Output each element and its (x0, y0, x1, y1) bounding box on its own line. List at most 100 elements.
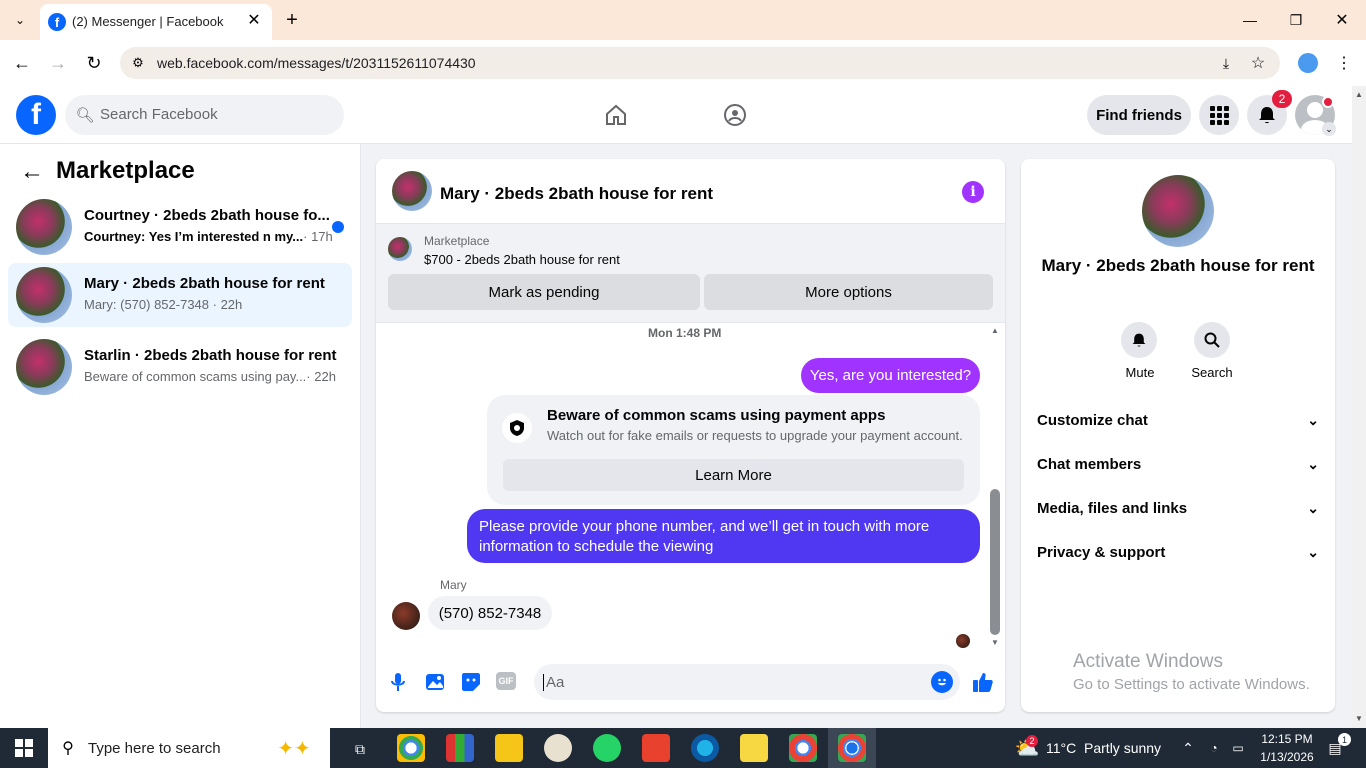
weather-badge: 2 (1026, 735, 1038, 747)
photo-icon[interactable] (424, 670, 446, 694)
mute-bell-icon[interactable] (1121, 322, 1157, 358)
scroll-down-icon[interactable]: ▼ (1352, 712, 1366, 724)
chat-header-avatar[interactable] (392, 171, 432, 211)
site-info-icon[interactable]: ⚙ (128, 53, 148, 73)
reload-icon[interactable]: ↻ (82, 51, 106, 75)
install-app-icon[interactable]: ⤓ (1216, 53, 1236, 73)
conversation-info-panel: Mary · 2beds 2bath house for rent Mute S… (1021, 159, 1335, 712)
windows-start-icon[interactable] (12, 736, 36, 760)
chevron-down-icon: ⌄ (1307, 455, 1319, 472)
window-close-icon[interactable]: ✕ (1330, 8, 1354, 32)
tray-chevron-up-icon[interactable]: ⌃ (1178, 738, 1198, 758)
taskbar-search-placeholder: Type here to search (88, 740, 221, 757)
tab-title: (2) Messenger | Facebook (72, 14, 224, 29)
privacy-support-menu[interactable]: Privacy & support ⌄ (1037, 538, 1319, 566)
tab-search-icon[interactable]: ⌄ (8, 8, 32, 32)
paint-app-icon[interactable] (544, 734, 572, 762)
browser-menu-icon[interactable]: ⋮ (1332, 51, 1356, 75)
home-icon[interactable] (602, 101, 630, 129)
groups-icon[interactable] (721, 101, 749, 129)
find-friends-button[interactable]: Find friends (1087, 95, 1191, 135)
clock-time[interactable]: 12:15 PM (1258, 732, 1316, 746)
info-icon[interactable]: i (962, 181, 984, 203)
conversation-avatar (16, 339, 72, 395)
customize-chat-menu[interactable]: Customize chat ⌄ (1037, 406, 1319, 434)
account-chevron-icon[interactable]: ⌄ (1322, 122, 1336, 136)
text-cursor (543, 674, 544, 691)
chat-scroll-up-icon[interactable]: ▲ (989, 325, 1001, 335)
listing-thumbnail[interactable] (388, 237, 412, 261)
info-title: Mary · 2beds 2bath house for rent (1041, 256, 1315, 275)
info-avatar[interactable] (1142, 175, 1214, 247)
chrome-app-icon[interactable] (397, 734, 425, 762)
gif-icon[interactable]: GIF (496, 672, 516, 690)
unread-dot (332, 221, 344, 233)
search-label[interactable]: Search (1187, 365, 1237, 380)
page-scrollbar[interactable] (1352, 86, 1366, 728)
message-input[interactable]: Aa (534, 664, 960, 700)
mute-label[interactable]: Mute (1121, 365, 1159, 380)
back-icon[interactable]: ← (10, 51, 34, 75)
bookmark-star-icon[interactable]: ☆ (1248, 53, 1268, 73)
outgoing-message[interactable]: Yes, are you interested? (801, 358, 980, 393)
conversation-item[interactable]: Starlin · 2beds 2bath house for rent Bew… (8, 335, 352, 399)
activate-windows-title: Activate Windows (1073, 651, 1223, 672)
conversation-item[interactable]: Courtney · 2beds 2bath house fo... Court… (8, 195, 352, 259)
chevron-down-icon: ⌄ (1307, 543, 1319, 560)
chevron-down-icon: ⌄ (1307, 499, 1319, 516)
anydesk-app-icon[interactable] (642, 734, 670, 762)
edge-app-icon[interactable] (691, 734, 719, 762)
chrome-active-app-icon[interactable] (838, 734, 866, 762)
notification-center-count: 1 (1338, 733, 1351, 746)
facebook-search-input[interactable]: 🔍︎ Search Facebook (65, 95, 344, 135)
media-files-links-menu[interactable]: Media, files and links ⌄ (1037, 494, 1319, 522)
chat-scroll-down-icon[interactable]: ▼ (989, 637, 1001, 647)
menu-grid-icon[interactable] (1199, 95, 1239, 135)
file-explorer-icon[interactable] (495, 734, 523, 762)
chat-members-menu[interactable]: Chat members ⌄ (1037, 450, 1319, 478)
learn-more-button[interactable]: Learn More (503, 459, 964, 491)
listing-title[interactable]: $700 - 2beds 2bath house for rent (424, 252, 620, 267)
mark-as-pending-button[interactable]: Mark as pending (388, 274, 700, 310)
scroll-up-icon[interactable]: ▲ (1352, 88, 1366, 100)
battery-icon[interactable]: ▭ (1228, 738, 1248, 758)
new-tab-icon[interactable]: + (280, 8, 304, 32)
facebook-favicon-icon: f (48, 13, 66, 31)
clock-date[interactable]: 1/13/2026 (1256, 750, 1318, 764)
back-arrow-icon[interactable]: ← (18, 158, 46, 186)
thumbs-up-icon[interactable] (970, 669, 996, 695)
sender-avatar[interactable] (392, 602, 420, 630)
incoming-message[interactable]: (570) 852-7348 (428, 596, 552, 630)
minimize-icon[interactable]: — (1238, 8, 1262, 32)
sticker-icon[interactable] (460, 670, 482, 694)
taskbar-search-input[interactable]: ⚲ Type here to search ✦✦ (48, 728, 330, 768)
listing-source: Marketplace (424, 234, 490, 248)
more-options-button[interactable]: More options (704, 274, 993, 310)
chrome-profile-app-icon[interactable] (789, 734, 817, 762)
search-conversation-icon[interactable] (1194, 322, 1230, 358)
browser-tab[interactable]: f (2) Messenger | Facebook ✕ (40, 4, 272, 40)
scam-warning-title: Beware of common scams using payment app… (547, 407, 886, 424)
tab-close-icon[interactable]: ✕ (244, 10, 264, 30)
weather-text[interactable]: 11°C Partly sunny (1046, 740, 1161, 756)
forward-icon[interactable]: → (46, 51, 70, 75)
sticky-notes-app-icon[interactable] (740, 734, 768, 762)
chat-scrollbar-thumb[interactable] (990, 489, 1000, 635)
task-view-icon[interactable]: ⧉ (348, 738, 372, 760)
extension-icon[interactable] (1298, 53, 1318, 73)
restore-icon[interactable]: ❐ (1284, 8, 1308, 32)
message-timestamp: Mon 1:48 PM (648, 326, 722, 340)
scam-warning-body: Watch out for fake emails or requests to… (547, 428, 963, 443)
winrar-app-icon[interactable] (446, 734, 474, 762)
wifi-icon[interactable]: ◔ (1204, 738, 1224, 758)
shield-icon (502, 413, 532, 443)
whatsapp-app-icon[interactable] (593, 734, 621, 762)
address-bar[interactable]: ⚙ web.facebook.com/messages/t/2031152611… (120, 47, 1280, 79)
microphone-icon[interactable] (388, 670, 408, 694)
conversation-title: Mary · 2beds 2bath house for rent (84, 275, 325, 292)
conversation-item-active[interactable]: Mary · 2beds 2bath house for rent Mary: … (8, 263, 352, 327)
outgoing-message[interactable]: Please provide your phone number, and we… (467, 509, 980, 563)
facebook-logo-icon[interactable]: f (16, 95, 56, 135)
chat-header-title[interactable]: Mary · 2beds 2bath house for rent (440, 184, 713, 204)
emoji-icon[interactable] (931, 671, 953, 693)
